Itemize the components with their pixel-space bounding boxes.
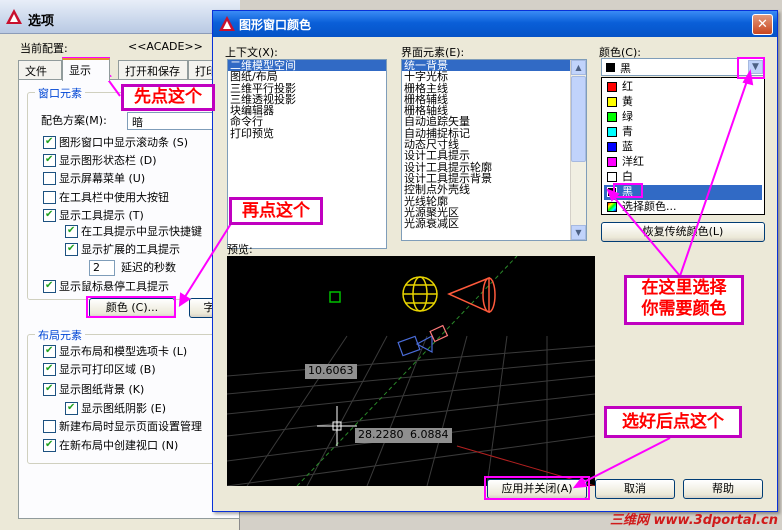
crosshair-cursor — [317, 406, 357, 446]
color-option-red[interactable]: 红 — [604, 80, 762, 95]
checkbox-shortcut-in-tooltips[interactable]: 在工具提示中显示快捷键 — [65, 224, 202, 241]
help-button[interactable]: 帮助 — [683, 479, 763, 499]
highlight-color-dropdown — [737, 57, 765, 79]
interface-element-label: 界面元素(E): — [401, 46, 465, 59]
checkbox-printable-area[interactable]: 显示可打印区域 (B) — [43, 362, 156, 379]
list-item[interactable]: 设计工具提示 — [402, 150, 570, 161]
checkbox-paper-background[interactable]: 显示图纸背景 (K) — [43, 382, 144, 399]
autocad-logo-icon — [6, 9, 22, 24]
color-option-yellow[interactable]: 黄 — [604, 95, 762, 110]
checkbox-box[interactable] — [65, 224, 78, 238]
scroll-up-icon[interactable]: ▲ — [571, 60, 586, 75]
checkbox-paper-shadow[interactable]: 显示图纸阴影 (E) — [65, 401, 166, 418]
current-profile-label: 当前配置: — [20, 42, 68, 55]
checkbox-box[interactable] — [43, 279, 56, 293]
tab-files[interactable]: 文件 — [18, 60, 62, 80]
checkbox-box[interactable] — [65, 401, 78, 415]
checkbox-box[interactable] — [43, 382, 56, 396]
tab-open-save[interactable]: 打开和保存 — [118, 60, 188, 80]
delay-seconds-row: 2 延迟的秒数 — [89, 260, 176, 276]
current-profile-value: <<ACADE>> — [128, 40, 203, 53]
options-window: 选项 当前配置: <<ACADE>> 文件 显示 打开和保存 打印 窗口元素 配… — [0, 0, 240, 530]
tab-display[interactable]: 显示 — [62, 58, 110, 81]
list-item[interactable]: 控制点外壳线 — [402, 184, 570, 195]
checkbox-box[interactable] — [65, 242, 78, 256]
list-item[interactable]: 光源衰减区 — [402, 218, 570, 229]
checkbox-extended-tooltips[interactable]: 显示扩展的工具提示 — [65, 242, 180, 259]
highlight-black-option — [613, 183, 643, 198]
highlight-colors-button — [86, 296, 176, 318]
checkbox-show-status-bar[interactable]: 显示图形状态栏 (D) — [43, 153, 157, 170]
checkbox-create-viewport[interactable]: 在新布局中创建视口 (N) — [43, 438, 178, 455]
dialog-title: 图形窗口颜色 — [239, 18, 312, 32]
options-titlebar: 选项 — [0, 0, 240, 34]
spotlight-icon — [447, 276, 496, 314]
checkbox-box[interactable] — [43, 135, 56, 149]
checkbox-layout-model-tabs[interactable]: 显示布局和模型选项卡 (L) — [43, 344, 187, 361]
scroll-down-icon[interactable]: ▼ — [571, 225, 586, 240]
sphere-light-icon — [402, 276, 438, 312]
list-item[interactable]: 十字光标 — [402, 71, 570, 82]
restore-classic-colors-button[interactable]: 恢复传统颜色(L) — [601, 222, 765, 242]
autocad-logo-icon — [219, 16, 235, 31]
palette-icon — [607, 202, 617, 212]
checkbox-box[interactable] — [43, 190, 56, 204]
checkbox-box[interactable] — [43, 344, 56, 358]
delay-seconds-label: 延迟的秒数 — [121, 261, 176, 274]
callout-step2: 再点这个 — [229, 197, 323, 225]
dialog-titlebar: 图形窗口颜色 ✕ — [213, 11, 777, 37]
callout-step4: 选好后点这个 — [604, 406, 742, 438]
checkbox-box[interactable] — [43, 419, 56, 433]
layout-elements-heading: 布局元素 — [35, 327, 85, 343]
camera-icon — [397, 335, 433, 357]
checkbox-large-buttons[interactable]: 在工具栏中使用大按钮 — [43, 190, 169, 207]
list-item[interactable]: 图纸/布局 — [228, 71, 386, 82]
checkbox-box[interactable] — [43, 208, 56, 222]
vertical-scrollbar[interactable]: ▲ ▼ — [570, 60, 586, 240]
interface-element-list[interactable]: 统一背景 十字光标 栅格主线 栅格辅线 栅格轴线 自动追踪矢量 自动捕捉标记 动… — [401, 59, 587, 241]
callout-step1: 先点这个 — [121, 84, 215, 111]
color-swatch — [606, 63, 615, 72]
close-icon[interactable]: ✕ — [752, 14, 773, 35]
color-select-value: 黑 — [620, 62, 631, 75]
preview-grid — [227, 335, 595, 486]
color-option-magenta[interactable]: 洋红 — [604, 155, 762, 170]
preview-scene — [227, 256, 595, 486]
checkbox-box[interactable] — [43, 171, 56, 185]
checkbox-show-scrollbars[interactable]: 图形窗口中显示滚动条 (S) — [43, 135, 188, 152]
checkbox-show-screen-menu[interactable]: 显示屏幕菜单 (U) — [43, 171, 145, 188]
dimension-label: 10.6063 — [305, 364, 357, 379]
preview-viewport: 10.6063 28.2280 6.0884 — [227, 256, 595, 486]
color-option-blue[interactable]: 蓝 — [604, 140, 762, 155]
checkbox-show-tooltips[interactable]: 显示工具提示 (T) — [43, 208, 144, 225]
callout-step3: 在这里选择 你需要颜色 — [624, 275, 744, 325]
checkbox-box[interactable] — [43, 153, 56, 167]
highlight-apply-button — [484, 476, 590, 500]
delay-seconds-input[interactable]: 2 — [89, 260, 115, 276]
context-label: 上下文(X): — [225, 46, 278, 59]
list-item[interactable]: 打印预览 — [228, 128, 386, 139]
cancel-button[interactable]: 取消 — [595, 479, 675, 499]
checkbox-rollover-tooltips[interactable]: 显示鼠标悬停工具提示 — [43, 279, 169, 296]
color-option-cyan[interactable]: 青 — [604, 125, 762, 140]
scroll-thumb[interactable] — [571, 76, 586, 162]
checkbox-box[interactable] — [43, 362, 56, 376]
color-option-green[interactable]: 绿 — [604, 110, 762, 125]
preview-label: 预览: — [227, 243, 253, 256]
color-scheme-label: 配色方案(M): — [41, 114, 107, 127]
dimension-label: 28.2280 — [355, 428, 407, 443]
checkbox-page-setup-manager[interactable]: 新建布局时显示页面设置管理 — [43, 419, 202, 436]
checkbox-box[interactable] — [43, 438, 56, 452]
window-elements-heading: 窗口元素 — [35, 85, 85, 101]
color-option-select-color[interactable]: 选择颜色... — [604, 200, 762, 215]
watermark: 三维网 www.3dportal.cn — [609, 513, 778, 528]
dimension-label: 6.0884 — [407, 428, 452, 443]
options-title: 选项 — [28, 14, 55, 29]
